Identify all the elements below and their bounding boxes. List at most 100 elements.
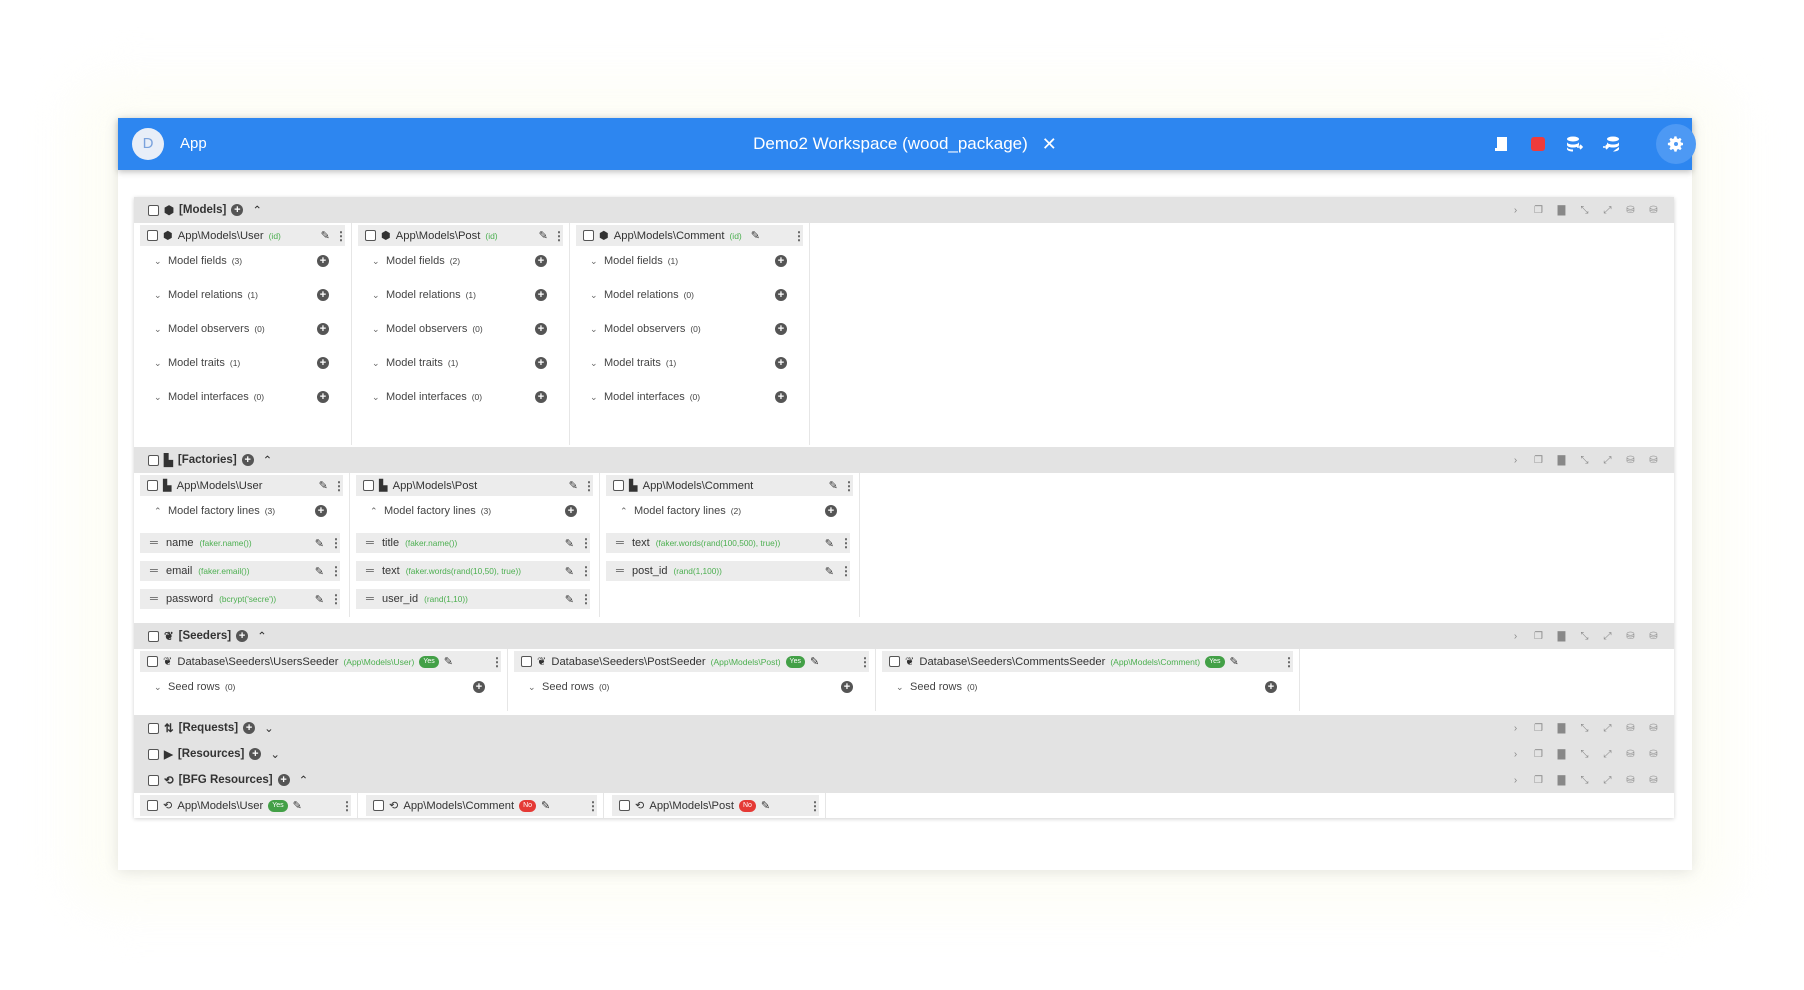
model-row[interactable]: ⌄ Model observers (0) + [154,321,329,337]
factory-lines-header[interactable]: ⌃ Model factory lines (3) + [154,503,327,519]
edit-icon[interactable]: ✎ [825,565,834,578]
db-import-icon[interactable]: ⛁ [1647,204,1660,217]
add-icon[interactable]: + [565,505,577,517]
database-export-icon[interactable] [1562,132,1586,156]
bfg-card-header[interactable]: ⟲ App\Models\User Yes ✎ ⋮ [140,795,353,816]
card-checkbox[interactable] [583,230,594,241]
section-checkbox[interactable] [148,630,159,642]
add-icon[interactable]: + [317,289,329,301]
add-icon[interactable]: + [535,255,547,267]
model-row[interactable]: ⌄ Model relations (0) + [590,287,787,303]
expand-icon[interactable]: ⤢ [1601,204,1614,217]
model-row[interactable]: ⌄ Model interfaces (0) + [154,389,329,405]
arrow-icon[interactable]: › [1509,204,1522,217]
edit-icon[interactable]: ✎ [444,655,453,668]
seed-rows-row[interactable]: ⌄ Seed rows (0) + [896,679,1277,695]
factory-line[interactable]: ═ email (faker.email()) ✎ ⋮ [140,561,342,581]
add-icon[interactable]: + [775,289,787,301]
factory-line[interactable]: ═ post_id (rand(1,100)) ✎ ⋮ [606,561,852,581]
more-icon[interactable]: ⋮ [843,479,855,493]
db-import-icon[interactable]: ⛁ [1647,722,1660,735]
more-icon[interactable]: ⋮ [587,799,599,813]
chevron-down-icon[interactable]: ⌄ [270,747,280,761]
delete-icon[interactable]: ▇ [1555,454,1568,467]
add-icon[interactable]: + [317,357,329,369]
edit-icon[interactable]: ✎ [319,479,328,492]
db-export-icon[interactable]: ⛁ [1624,774,1637,787]
db-import-icon[interactable]: ⛁ [1647,630,1660,643]
model-card-header[interactable]: ⬢ App\Models\User (id) ✎ ⋮ [140,225,347,246]
factory-line[interactable]: ═ text (faker.words(rand(100,500), true)) ✎… [606,533,852,553]
record-stop-icon[interactable] [1526,132,1550,156]
drag-handle-icon[interactable]: ═ [150,537,160,549]
chevron-up-icon[interactable]: ⌃ [252,203,262,217]
edit-icon[interactable]: ✎ [1230,655,1239,668]
section-header-models[interactable]: ⬢ [Models] + ⌃ › ❐ ▇ ⤡ ⤢ ⛁ ⛁ [134,197,1674,223]
more-icon[interactable]: ⋮ [809,799,821,813]
card-checkbox[interactable] [147,480,158,491]
edit-icon[interactable]: ✎ [565,537,574,550]
factory-line[interactable]: ═ user_id (rand(1,10)) ✎ ⋮ [356,589,592,609]
arrow-icon[interactable]: › [1509,748,1522,761]
arrow-icon[interactable]: › [1509,454,1522,467]
card-checkbox[interactable] [889,656,900,667]
card-checkbox[interactable] [147,230,158,241]
bfg-card-header[interactable]: ⟲ App\Models\Comment No ✎ ⋮ [366,795,599,816]
add-icon[interactable]: + [825,505,837,517]
add-icon[interactable]: + [535,289,547,301]
factory-lines-header[interactable]: ⌃ Model factory lines (3) + [370,503,577,519]
factory-line[interactable]: ═ title (faker.name()) ✎ ⋮ [356,533,592,553]
section-checkbox[interactable] [148,454,159,466]
add-icon[interactable]: + [1265,681,1277,693]
copy-icon[interactable]: ❐ [1532,748,1545,761]
seed-rows-row[interactable]: ⌄ Seed rows (0) + [154,679,485,695]
drag-handle-icon[interactable]: ═ [150,593,160,605]
add-factory-icon[interactable]: + [241,454,254,466]
edit-icon[interactable]: ✎ [565,593,574,606]
section-header-resources[interactable]: ▶ [Resources] + ⌄ › ❐ ▇ ⤡ ⤢ ⛁ ⛁ [134,741,1674,767]
more-icon[interactable]: ⋮ [330,536,342,550]
delete-icon[interactable]: ▇ [1555,748,1568,761]
add-resource-icon[interactable]: + [249,748,262,760]
edit-icon[interactable]: ✎ [761,799,770,812]
collapse-icon[interactable]: ⤡ [1578,722,1591,735]
factory-card-header[interactable]: ▙ App\Models\Comment ✎ ⋮ [606,475,855,496]
factory-lines-header[interactable]: ⌃ Model factory lines (2) + [620,503,837,519]
card-checkbox[interactable] [521,656,532,667]
bfg-card-header[interactable]: ⟲ App\Models\Post No ✎ ⋮ [612,795,821,816]
seeder-card-header[interactable]: ❦ Database\Seeders\UsersSeeder (App\Models… [140,651,503,672]
model-row[interactable]: ⌄ Model observers (0) + [590,321,787,337]
section-header-requests[interactable]: ⇅ [Requests] + ⌄ › ❐ ▇ ⤡ ⤢ ⛁ ⛁ [134,715,1674,741]
edit-icon[interactable]: ✎ [539,229,548,242]
card-checkbox[interactable] [147,656,158,667]
arrow-icon[interactable]: › [1509,774,1522,787]
edit-icon[interactable]: ✎ [315,565,324,578]
add-icon[interactable]: + [317,323,329,335]
more-icon[interactable]: ⋮ [330,564,342,578]
section-checkbox[interactable] [148,722,159,734]
more-icon[interactable]: ⋮ [553,229,565,243]
drag-handle-icon[interactable]: ═ [616,565,626,577]
chevron-up-icon[interactable]: ⌃ [263,453,273,467]
more-icon[interactable]: ⋮ [335,229,347,243]
edit-icon[interactable]: ✎ [825,537,834,550]
drag-handle-icon[interactable]: ═ [616,537,626,549]
more-icon[interactable]: ⋮ [580,592,592,606]
more-icon[interactable]: ⋮ [333,479,345,493]
edit-icon[interactable]: ✎ [293,799,302,812]
db-export-icon[interactable]: ⛁ [1624,722,1637,735]
collapse-icon[interactable]: ⤡ [1578,774,1591,787]
copy-icon[interactable]: ❐ [1532,454,1545,467]
section-header-seeders[interactable]: ❦ [Seeders] + ⌃ › ❐ ▇ ⤡ ⤢ ⛁ ⛁ [134,623,1674,649]
section-checkbox[interactable] [148,774,159,786]
expand-icon[interactable]: ⤢ [1601,722,1614,735]
model-row[interactable]: ⌄ Model traits (1) + [372,355,547,371]
settings-button[interactable] [1656,124,1696,164]
db-import-icon[interactable]: ⛁ [1647,774,1660,787]
db-export-icon[interactable]: ⛁ [1624,204,1637,217]
section-header-bfg-resources[interactable]: ⟲ [BFG Resources] + ⌃ › ❐ ▇ ⤡ ⤢ ⛁ ⛁ [134,767,1674,793]
more-icon[interactable]: ⋮ [840,536,852,550]
add-icon[interactable]: + [535,323,547,335]
more-icon[interactable]: ⋮ [583,479,595,493]
drag-handle-icon[interactable]: ═ [150,565,160,577]
